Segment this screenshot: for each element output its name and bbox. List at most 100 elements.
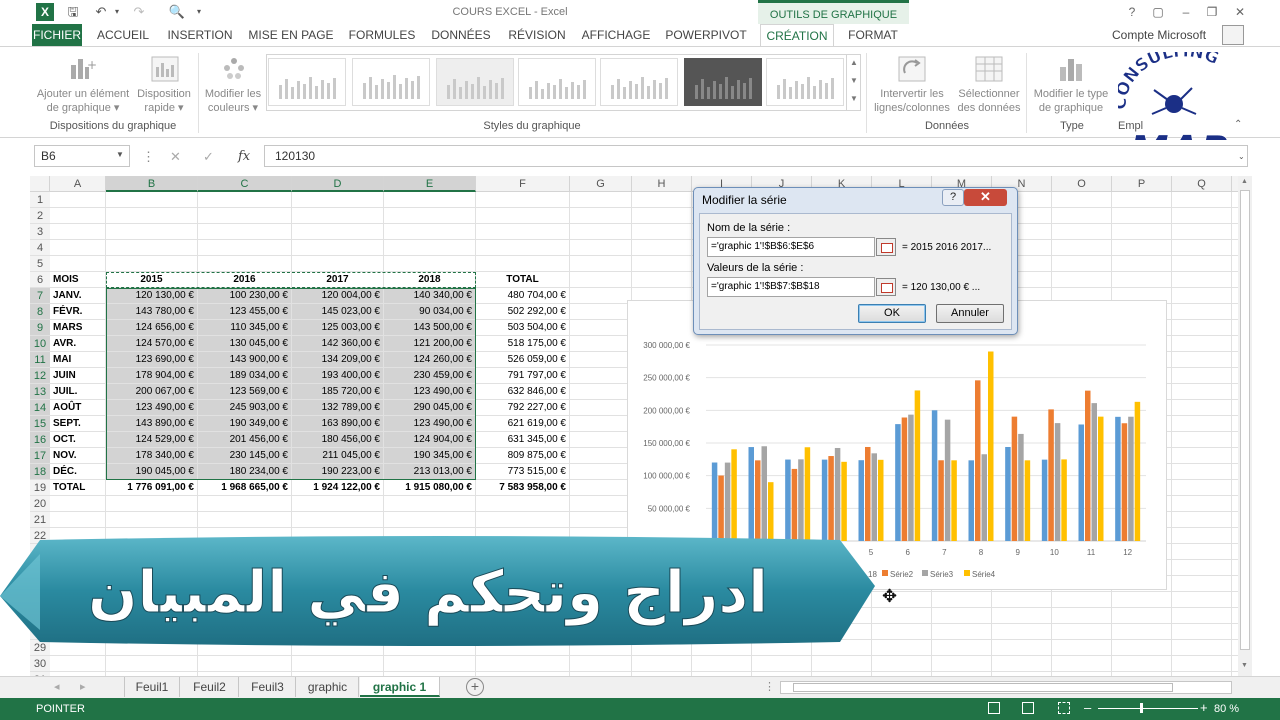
- total-cell[interactable]: 1 968 665,00 €: [198, 480, 288, 496]
- row-header[interactable]: 19: [30, 480, 50, 496]
- zoom-out-icon[interactable]: –: [1084, 700, 1091, 715]
- total-cell[interactable]: 1 924 122,00 €: [292, 480, 380, 496]
- quick-layout-button[interactable]: Disposition rapide ▾: [134, 87, 194, 115]
- sheet-tab-feuil2[interactable]: Feuil2: [181, 677, 239, 697]
- name-box-dropdown-icon[interactable]: ▼: [116, 150, 124, 159]
- zoom-slider-handle[interactable]: [1140, 703, 1143, 713]
- chart-style-4[interactable]: [518, 58, 596, 106]
- row-header[interactable]: 6: [30, 272, 50, 288]
- row-header[interactable]: 8: [30, 304, 50, 320]
- zoom-slider[interactable]: [1098, 708, 1198, 709]
- print-preview-icon[interactable]: 🔍: [168, 3, 186, 21]
- help-icon[interactable]: ?: [1120, 2, 1144, 22]
- next-sheet-icon[interactable]: ▸: [80, 680, 86, 693]
- gallery-scroll[interactable]: ▲ ▼ ▼: [846, 54, 861, 111]
- series-name-input[interactable]: ='graphic 1'!$B$6:$E$6: [707, 237, 875, 257]
- tab-split-icon[interactable]: ⋮: [764, 680, 775, 693]
- value-cell[interactable]: 503 504,00 €: [476, 320, 566, 336]
- page-layout-view-icon[interactable]: [1022, 702, 1034, 714]
- column-header[interactable]: Q: [1172, 176, 1232, 192]
- sheet-tab-graphic[interactable]: graphic: [297, 677, 359, 697]
- normal-view-icon[interactable]: [988, 702, 1000, 714]
- row-header[interactable]: 10: [30, 336, 50, 352]
- column-header[interactable]: C: [198, 176, 292, 192]
- tab-formulas[interactable]: FORMULES: [346, 24, 418, 46]
- month-cell[interactable]: AVR.: [50, 336, 102, 352]
- vertical-scrollbar[interactable]: ▲ ▼: [1238, 176, 1252, 676]
- value-cell[interactable]: 773 515,00 €: [476, 464, 566, 480]
- column-header[interactable]: B: [106, 176, 198, 192]
- chart-style-5[interactable]: [600, 58, 678, 106]
- switch-row-column-button[interactable]: Intervertir les lignes/colonnes: [870, 87, 954, 115]
- row-header[interactable]: 15: [30, 416, 50, 432]
- sheet-tab-graphic-1[interactable]: graphic 1: [360, 677, 440, 697]
- chart-style-2[interactable]: [352, 58, 430, 106]
- column-header[interactable]: A: [50, 176, 106, 192]
- value-cell[interactable]: 526 059,00 €: [476, 352, 566, 368]
- scroll-down-icon[interactable]: ▼: [1241, 662, 1248, 669]
- column-header[interactable]: O: [1052, 176, 1112, 192]
- row-header[interactable]: 17: [30, 448, 50, 464]
- series-name-ref-icon[interactable]: [876, 238, 896, 256]
- expand-formula-icon[interactable]: ⌄: [1238, 152, 1245, 161]
- column-header[interactable]: P: [1112, 176, 1172, 192]
- new-sheet-icon[interactable]: +: [466, 678, 484, 696]
- value-cell[interactable]: 631 345,00 €: [476, 432, 566, 448]
- month-cell[interactable]: MARS: [50, 320, 102, 336]
- save-icon[interactable]: 🖫: [64, 3, 82, 21]
- total-cell[interactable]: 1 776 091,00 €: [106, 480, 194, 496]
- hscroll-thumb[interactable]: [793, 683, 1173, 692]
- gallery-up-icon[interactable]: ▲: [847, 54, 861, 72]
- scroll-thumb[interactable]: [1240, 190, 1250, 650]
- redo-icon[interactable]: ↷: [130, 3, 148, 21]
- chart-style-7[interactable]: [766, 58, 844, 106]
- month-cell[interactable]: OCT.: [50, 432, 102, 448]
- select-all-corner[interactable]: [30, 176, 50, 192]
- enter-icon[interactable]: ✓: [203, 149, 214, 165]
- sheet-tab-feuil1[interactable]: Feuil1: [124, 677, 180, 697]
- restore-icon[interactable]: ❐: [1200, 2, 1224, 22]
- sheet-tab-feuil3[interactable]: Feuil3: [240, 677, 296, 697]
- table-header-cell[interactable]: TOTAL: [476, 272, 566, 288]
- avatar[interactable]: [1222, 25, 1244, 45]
- zoom-level[interactable]: 80 %: [1214, 703, 1239, 715]
- month-cell[interactable]: FÉVR.: [50, 304, 102, 320]
- column-header[interactable]: F: [476, 176, 570, 192]
- zoom-in-icon[interactable]: +: [1200, 700, 1208, 715]
- row-header[interactable]: 4: [30, 240, 50, 256]
- tab-format[interactable]: FORMAT: [842, 24, 904, 46]
- value-cell[interactable]: 809 875,00 €: [476, 448, 566, 464]
- value-cell[interactable]: 502 292,00 €: [476, 304, 566, 320]
- minimize-icon[interactable]: –: [1174, 2, 1198, 22]
- month-cell[interactable]: SEPT.: [50, 416, 102, 432]
- select-data-button[interactable]: Sélectionner des données: [954, 87, 1024, 115]
- insert-function-icon[interactable]: fx: [238, 149, 250, 164]
- scroll-up-icon[interactable]: ▲: [1241, 178, 1248, 185]
- row-header[interactable]: 5: [30, 256, 50, 272]
- undo-dropdown-icon[interactable]: ▾: [108, 3, 126, 21]
- row-header[interactable]: 30: [30, 656, 50, 672]
- row-header[interactable]: 11: [30, 352, 50, 368]
- tab-view[interactable]: AFFICHAGE: [580, 24, 652, 46]
- total-cell[interactable]: 1 915 080,00 €: [384, 480, 472, 496]
- ribbon-display-icon[interactable]: ▢: [1146, 2, 1170, 22]
- add-chart-element-button[interactable]: Ajouter un élément de graphique ▾: [30, 87, 136, 115]
- value-cell[interactable]: 632 846,00 €: [476, 384, 566, 400]
- row-header[interactable]: 9: [30, 320, 50, 336]
- month-cell[interactable]: DÉC.: [50, 464, 102, 480]
- tab-insert[interactable]: INSERTION: [164, 24, 236, 46]
- month-cell[interactable]: JUIL.: [50, 384, 102, 400]
- column-header[interactable]: G: [570, 176, 632, 192]
- dialog-help-icon[interactable]: ?: [942, 189, 964, 206]
- gallery-more-icon[interactable]: ▼: [847, 90, 861, 108]
- column-header[interactable]: H: [632, 176, 692, 192]
- row-header[interactable]: 16: [30, 432, 50, 448]
- value-cell[interactable]: 791 797,00 €: [476, 368, 566, 384]
- tab-home[interactable]: ACCUEIL: [92, 24, 154, 46]
- customize-qat-icon[interactable]: ▾: [190, 3, 208, 21]
- row-header[interactable]: 3: [30, 224, 50, 240]
- value-cell[interactable]: 792 227,00 €: [476, 400, 566, 416]
- row-header[interactable]: 7: [30, 288, 50, 304]
- column-header[interactable]: D: [292, 176, 384, 192]
- ok-button[interactable]: OK: [858, 304, 926, 323]
